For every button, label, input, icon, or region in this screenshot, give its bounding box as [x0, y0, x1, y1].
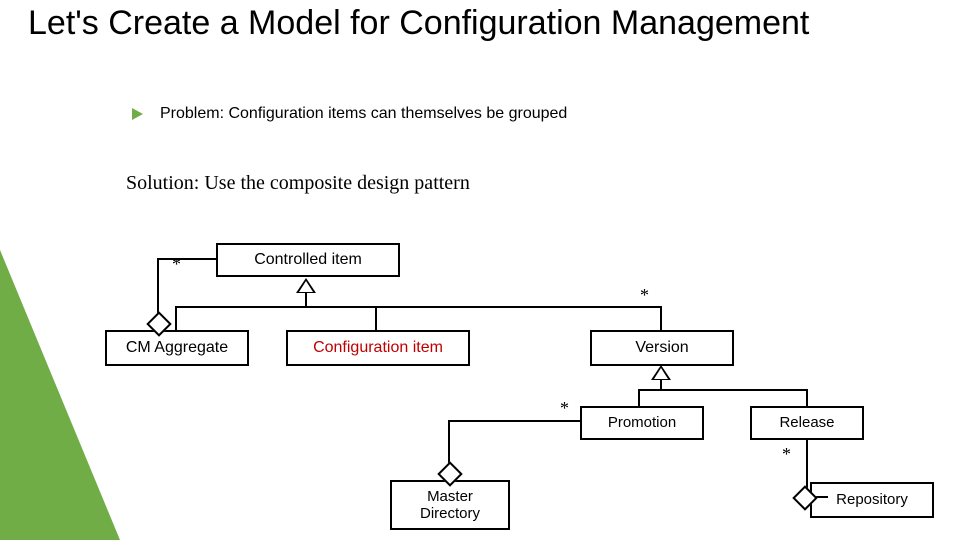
- slide-title: Let's Create a Model for Configuration M…: [28, 4, 828, 43]
- multiplicity-star: *: [560, 398, 569, 419]
- solution-text: Solution: Use the composite design patte…: [126, 172, 470, 195]
- line: [175, 306, 177, 330]
- problem-text: Problem: Configuration items can themsel…: [160, 105, 567, 123]
- box-master-directory: Master Directory: [390, 480, 510, 530]
- box-repository: Repository: [810, 482, 934, 518]
- line: [175, 306, 662, 308]
- line: [448, 420, 450, 465]
- slide: Let's Create a Model for Configuration M…: [0, 0, 960, 540]
- arrow-bullet-icon: [132, 108, 143, 120]
- generalization-arrow-icon: [651, 365, 671, 380]
- box-promotion: Promotion: [580, 406, 704, 440]
- multiplicity-star: *: [640, 285, 649, 306]
- line: [157, 258, 159, 314]
- box-controlled-item: Controlled item: [216, 243, 400, 277]
- decoration-triangle: [0, 250, 120, 540]
- line: [806, 389, 808, 406]
- generalization-arrow-icon: [296, 278, 316, 293]
- box-release: Release: [750, 406, 864, 440]
- line: [157, 258, 216, 260]
- line: [375, 306, 377, 330]
- line: [638, 389, 808, 391]
- box-version: Version: [590, 330, 734, 366]
- box-cm-aggregate: CM Aggregate: [105, 330, 249, 366]
- line: [660, 306, 662, 330]
- line: [448, 420, 580, 422]
- line: [638, 389, 640, 406]
- multiplicity-star: *: [782, 444, 791, 465]
- box-configuration-item: Configuration item: [286, 330, 470, 366]
- multiplicity-star: *: [172, 254, 181, 275]
